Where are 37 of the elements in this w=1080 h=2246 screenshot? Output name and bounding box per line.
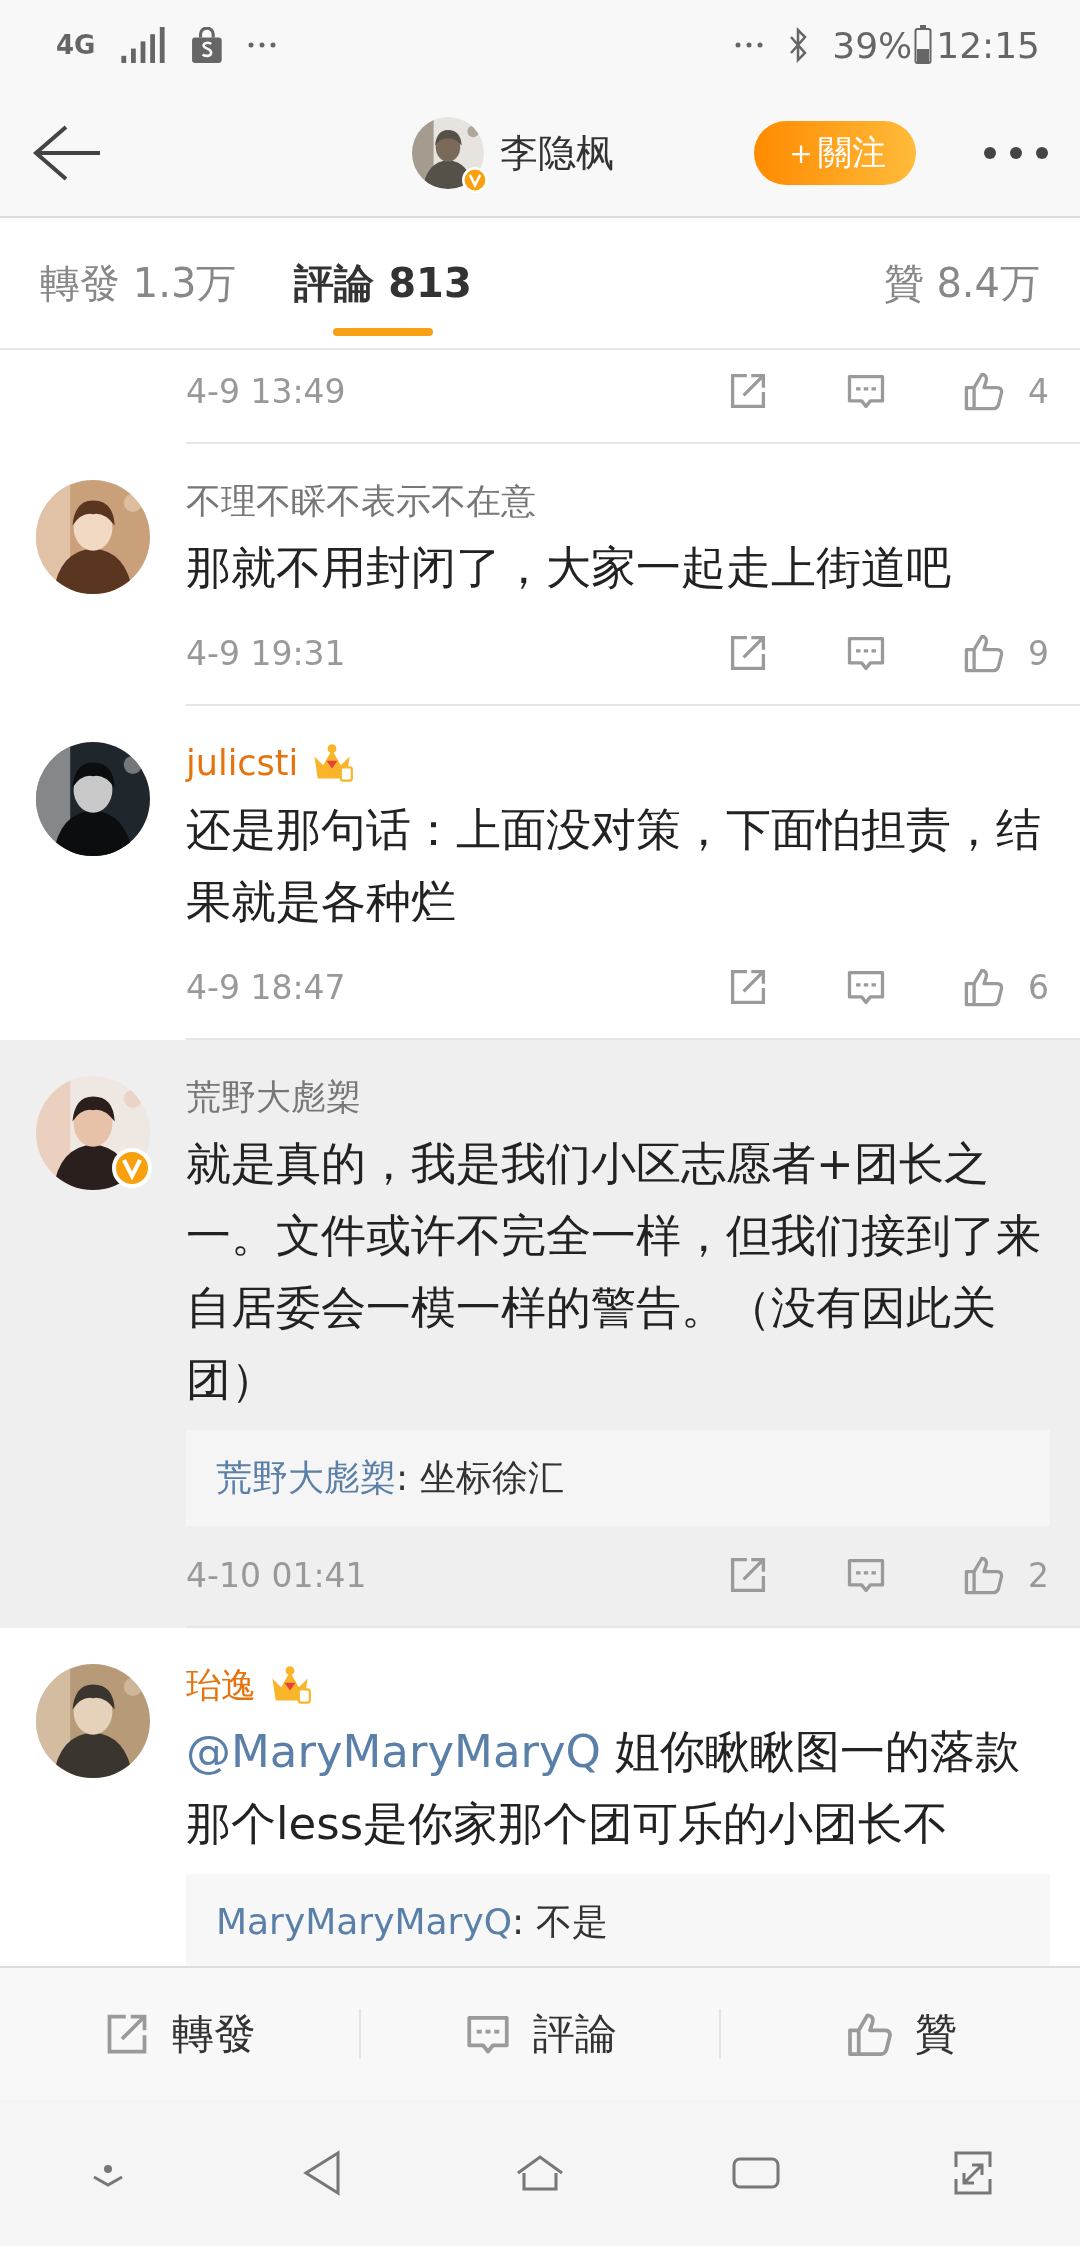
- comment-text: @MaryMaryMaryQ 姐你瞅瞅图一的落款那个less是你家那个团可乐的小团长不: [186, 1724, 1022, 1852]
- comment-text: 还是那句话：上面没对策，下面怕担责，结果就是各种烂: [186, 802, 1042, 930]
- comment-time: 4-10 01:41: [186, 1555, 368, 1595]
- comment-time: 4-9 19:31: [186, 633, 347, 673]
- user-name[interactable]: julicsti: [186, 743, 299, 783]
- comment-time: 4-9 18:47: [186, 967, 347, 1007]
- battery-percent: 39%: [832, 24, 913, 66]
- comment-time: 4-9 13:49: [186, 371, 347, 411]
- like-count: 2: [1028, 1555, 1050, 1595]
- verified-badge-icon: [462, 167, 488, 193]
- mention-link[interactable]: @MaryMaryMaryQ: [186, 1725, 602, 1778]
- like-count: 9: [1028, 633, 1050, 673]
- clock: 12:15: [936, 24, 1040, 66]
- more-dots-icon: [734, 41, 765, 49]
- battery-icon: [914, 25, 933, 65]
- signal-icon: [119, 27, 168, 63]
- like-count: 6: [1028, 967, 1050, 1007]
- comment-text: 就是真的，我是我们小区志愿者+团长之一。文件或许不完全一样，但我们接到了来自居委会一模一样的警告。（没有因此关团）: [186, 1136, 1042, 1408]
- comment-text: 那就不用封闭了，大家一起走上街道吧: [186, 540, 952, 596]
- like-count: 4: [1028, 371, 1050, 411]
- verified-badge-icon: [112, 1148, 152, 1188]
- reply-preview[interactable]: 荒野大彪槊: 坐标徐汇: [186, 1430, 1050, 1526]
- user-name: 李隐枫: [500, 129, 614, 177]
- tab[interactable]: 轉發 1.3万: [40, 218, 237, 348]
- action-button[interactable]: 評論: [360, 1968, 720, 2100]
- user-name[interactable]: 荒野大彪槊: [186, 1073, 361, 1121]
- action-button[interactable]: 贊: [721, 1968, 1080, 2100]
- more-dots-icon: [247, 41, 278, 49]
- tab[interactable]: 贊 8.4万: [883, 218, 1040, 348]
- reply-preview[interactable]: MaryMaryMaryQ: 不是: [186, 1874, 1050, 1966]
- user-name[interactable]: 不理不睬不表示不在意: [186, 477, 536, 525]
- user-name[interactable]: 珆逸: [186, 1661, 256, 1709]
- network-type: 4G: [56, 30, 96, 60]
- action-button[interactable]: 轉發: [0, 1968, 359, 2100]
- tab[interactable]: 評論 813: [294, 218, 472, 348]
- bluetooth-icon: [788, 27, 809, 63]
- shopping-bag-icon: [191, 27, 224, 63]
